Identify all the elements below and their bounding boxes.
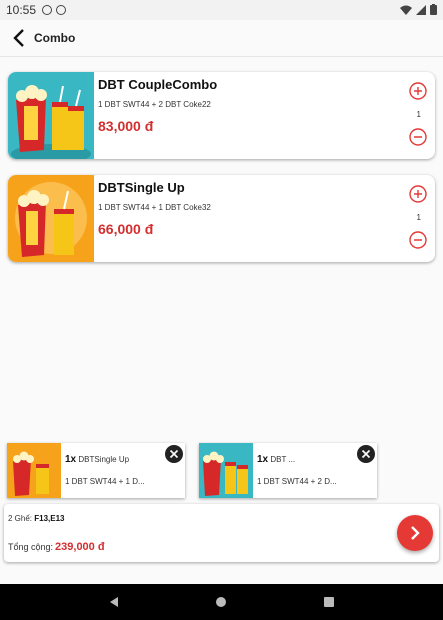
status-icons <box>400 4 437 15</box>
nav-home-icon[interactable] <box>215 596 227 608</box>
selected-item-name: 1x DBT ... <box>257 454 295 465</box>
seats-label: 2 Ghế: <box>8 514 33 523</box>
seats-info: 2 Ghế: F13,E13 <box>8 514 65 523</box>
selected-item-qty: 1x <box>257 454 269 465</box>
minus-circle-icon[interactable] <box>409 231 427 249</box>
selected-item-qty: 1x <box>65 454 77 465</box>
combo-card-couple[interactable]: DBT CoupleCombo 1 DBT SWT44 + 2 DBT Coke… <box>8 72 435 159</box>
minus-circle-icon[interactable] <box>409 128 427 146</box>
nav-recents-icon[interactable] <box>323 596 335 608</box>
back-button[interactable] <box>4 20 34 57</box>
back-arrow-icon <box>13 29 24 47</box>
signal-icon <box>416 4 426 15</box>
selected-item-name: 1x DBTSingle Up <box>65 454 129 465</box>
notification-icon <box>42 5 53 15</box>
total-info: Tổng cộng: 239,000 đ <box>8 541 105 553</box>
combo-quantity: 1 <box>416 110 421 119</box>
battery-icon <box>430 4 437 15</box>
sync-icon <box>56 5 67 15</box>
selected-item: 1x DBTSingle Up 1 DBT SWT44 + 1 D... <box>7 443 185 498</box>
total-value: 239,000 đ <box>55 541 105 553</box>
wifi-icon <box>400 5 412 15</box>
status-time: 10:55 <box>6 3 37 17</box>
order-summary: 2 Ghế: F13,E13 Tổng cộng: 239,000 đ <box>4 504 439 562</box>
combo-name: DBTSingle Up <box>98 180 185 195</box>
nav-back-icon[interactable] <box>108 596 120 608</box>
status-bar: 10:55 <box>0 0 443 20</box>
combo-card-single[interactable]: DBTSingle Up 1 DBT SWT44 + 1 DBT Coke32 … <box>8 175 435 262</box>
combo-description: 1 DBT SWT44 + 1 DBT Coke32 <box>98 203 211 212</box>
page-title: Combo <box>34 31 76 45</box>
chevron-right-icon <box>411 526 420 540</box>
plus-circle-icon[interactable] <box>409 82 427 100</box>
combo-price: 83,000 đ <box>98 118 154 134</box>
plus-circle-icon[interactable] <box>409 185 427 203</box>
selected-item-image <box>199 443 253 498</box>
combo-quantity: 1 <box>416 213 421 222</box>
selected-item-image <box>7 443 61 498</box>
selected-item-title: DBT ... <box>270 455 296 464</box>
selected-item: 1x DBT ... 1 DBT SWT44 + 2 D... <box>199 443 377 498</box>
total-label: Tổng cộng: <box>8 542 54 552</box>
next-button[interactable] <box>397 515 433 551</box>
combo-name: DBT CoupleCombo <box>98 77 218 92</box>
selected-item-description: 1 DBT SWT44 + 1 D... <box>65 477 145 486</box>
app-bar: Combo <box>0 20 443 57</box>
combo-price: 66,000 đ <box>98 221 154 237</box>
combo-image-single <box>8 175 94 262</box>
combo-image-couple <box>8 72 94 159</box>
close-icon[interactable] <box>357 445 375 463</box>
system-nav-bar <box>0 584 443 620</box>
close-icon[interactable] <box>165 445 183 463</box>
selected-item-description: 1 DBT SWT44 + 2 D... <box>257 477 337 486</box>
selected-item-title: DBTSingle Up <box>78 455 130 464</box>
seats-value: F13,E13 <box>34 514 65 523</box>
combo-description: 1 DBT SWT44 + 2 DBT Coke22 <box>98 100 211 109</box>
